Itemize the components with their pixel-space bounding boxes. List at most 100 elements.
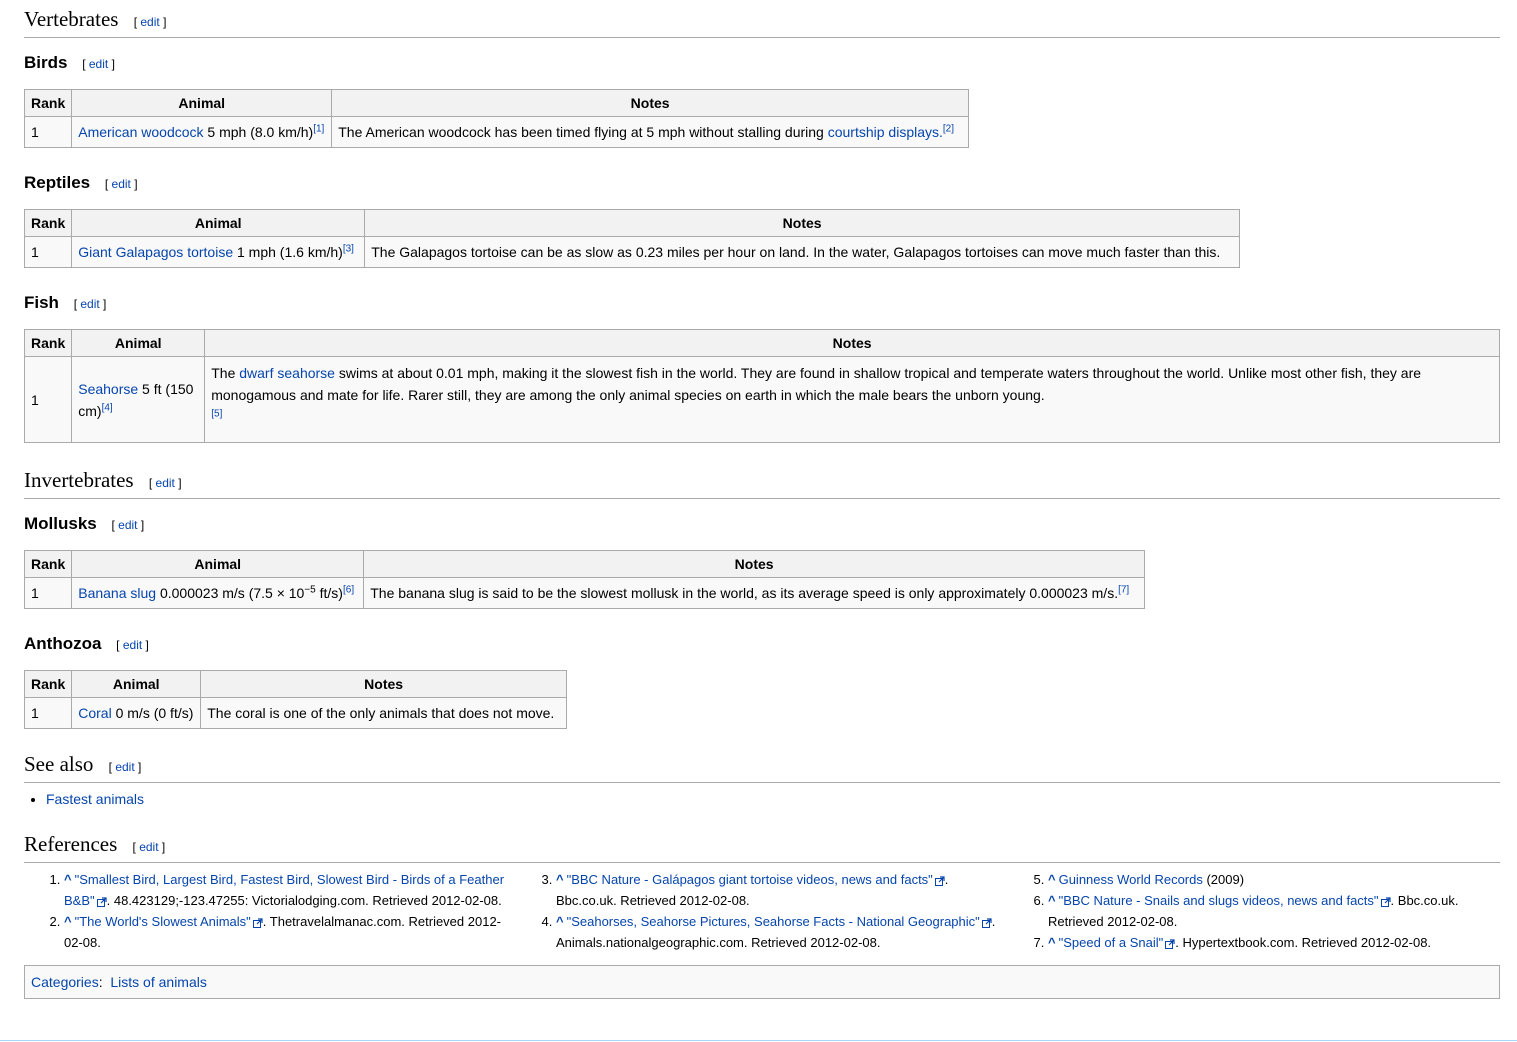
citation-link[interactable]: [6]: [343, 584, 354, 595]
reference-item: ^"BBC Nature - Snails and slugs videos, …: [1048, 890, 1500, 932]
column-header-notes: Notes: [363, 550, 1145, 578]
citation-link[interactable]: [2]: [943, 123, 954, 134]
animal-speed-unit: ft/s): [315, 585, 343, 601]
back-reference-link[interactable]: ^: [64, 914, 72, 929]
section-heading-birds: Birds [ edit ]: [24, 52, 1500, 75]
notes-link[interactable]: courtship displays.: [828, 124, 943, 140]
rank-cell: 1: [23, 356, 73, 443]
table-row: 1 American woodcock 5 mph (8.0 km/h)[1] …: [23, 116, 969, 148]
column-header-rank: Rank: [23, 670, 73, 698]
external-link-icon: [1380, 896, 1391, 907]
section-heading-fish: Fish [ edit ]: [24, 292, 1500, 315]
table-row: 1 Coral 0 m/s (0 ft/s) The coral is one …: [23, 697, 567, 729]
citation-link[interactable]: [3]: [343, 243, 354, 254]
notes-link[interactable]: dwarf seahorse: [239, 365, 335, 381]
references-column-1: ^"Smallest Bird, Largest Bird, Fastest B…: [24, 869, 516, 953]
external-link-icon: [96, 896, 107, 907]
animal-link[interactable]: Giant Galapagos tortoise: [78, 244, 233, 260]
back-reference-link[interactable]: ^: [1048, 872, 1056, 887]
reference-link[interactable]: "Seahorses, Seahorse Pictures, Seahorse …: [567, 914, 980, 929]
external-link-icon: [934, 875, 945, 886]
reference-text: (2009): [1202, 872, 1245, 887]
section-title: See also: [24, 752, 94, 776]
edit-link[interactable]: edit: [112, 177, 131, 191]
section-heading-vertebrates: Vertebrates [ edit ]: [24, 2, 1500, 38]
notes-cell: The dwarf seahorse swims at about 0.01 m…: [204, 356, 1500, 443]
reference-link[interactable]: "The World's Slowest Animals": [75, 914, 251, 929]
back-reference-link[interactable]: ^: [556, 872, 564, 887]
section-title: Mollusks: [24, 514, 97, 533]
edit-link[interactable]: edit: [89, 57, 108, 71]
table-row: 1 Giant Galapagos tortoise 1 mph (1.6 km…: [23, 236, 1240, 268]
back-reference-link[interactable]: ^: [556, 914, 564, 929]
back-reference-link[interactable]: ^: [1048, 935, 1056, 950]
edit-section: [ edit ]: [104, 177, 138, 191]
column-header-notes: Notes: [364, 209, 1240, 237]
citation-link[interactable]: [1]: [313, 123, 324, 134]
back-reference-link[interactable]: ^: [1048, 893, 1056, 908]
external-link-icon: [981, 917, 992, 928]
section-title: Anthozoa: [24, 634, 102, 653]
edit-link[interactable]: edit: [156, 476, 175, 490]
back-reference-link[interactable]: ^: [64, 872, 72, 887]
citation: [6]: [343, 584, 354, 595]
animal-cell: Seahorse 5 ft (150 cm)[4]: [71, 356, 206, 443]
animal-cell: Giant Galapagos tortoise 1 mph (1.6 km/h…: [71, 236, 366, 268]
column-header-animal: Animal: [71, 670, 202, 698]
column-header-rank: Rank: [23, 550, 73, 578]
category-link[interactable]: Lists of animals: [110, 974, 206, 990]
column-header-notes: Notes: [204, 329, 1500, 357]
rank-cell: 1: [23, 236, 73, 268]
edit-link[interactable]: edit: [123, 638, 142, 652]
citation: [4]: [102, 402, 113, 413]
notes-cell: The banana slug is said to be the slowes…: [363, 577, 1145, 609]
animal-speed: 0 m/s (0 ft/s): [111, 705, 194, 721]
edit-link[interactable]: edit: [139, 840, 158, 854]
citation: [5]: [211, 408, 222, 419]
reference-link[interactable]: Guinness World Records: [1059, 872, 1203, 887]
reference-item: ^"Seahorses, Seahorse Pictures, Seahorse…: [556, 911, 1008, 953]
edit-link[interactable]: edit: [80, 297, 99, 311]
reference-link[interactable]: "Speed of a Snail": [1059, 935, 1164, 950]
anthozoa-table: Rank Animal Notes 1 Coral 0 m/s (0 ft/s)…: [23, 670, 567, 729]
reference-item: ^"The World's Slowest Animals". Thetrave…: [64, 911, 516, 953]
table-header-row: Rank Animal Notes: [23, 209, 1240, 237]
birds-table: Rank Animal Notes 1 American woodcock 5 …: [23, 89, 969, 148]
rank-cell: 1: [23, 116, 73, 148]
external-link-icon: [1165, 938, 1175, 949]
animal-link[interactable]: Banana slug: [78, 585, 156, 601]
column-header-notes: Notes: [200, 670, 567, 698]
notes-cell: The coral is one of the only animals tha…: [200, 697, 567, 729]
references-column-2: ^"BBC Nature - Galápagos giant tortoise …: [516, 869, 1008, 953]
column-header-animal: Animal: [71, 329, 206, 357]
section-heading-reptiles: Reptiles [ edit ]: [24, 172, 1500, 195]
animal-link[interactable]: Coral: [78, 705, 111, 721]
edit-link[interactable]: edit: [118, 518, 137, 532]
citation-link[interactable]: [7]: [1118, 584, 1129, 595]
animal-link[interactable]: Seahorse: [78, 381, 138, 397]
citation-link[interactable]: [4]: [102, 402, 113, 413]
edit-link[interactable]: edit: [140, 15, 159, 29]
see-also-list: Fastest animals: [24, 789, 1500, 809]
external-link-icon: [252, 917, 263, 928]
rank-cell: 1: [23, 697, 73, 729]
references-list: ^"Smallest Bird, Largest Bird, Fastest B…: [24, 869, 1500, 953]
animal-link[interactable]: American woodcock: [78, 124, 203, 140]
citation-link[interactable]: [5]: [211, 408, 222, 419]
section-heading-anthozoa: Anthozoa [ edit ]: [24, 633, 1500, 656]
edit-link[interactable]: edit: [115, 760, 134, 774]
article-content: Vertebrates [ edit ] Birds [ edit ] Rank…: [23, 0, 1500, 999]
column-header-animal: Animal: [71, 550, 365, 578]
reference-link[interactable]: "BBC Nature - Galápagos giant tortoise v…: [567, 872, 933, 887]
notes-text: The American woodcock has been timed fly…: [338, 124, 828, 140]
see-also-link[interactable]: Fastest animals: [46, 791, 144, 807]
section-title: Birds: [24, 53, 68, 72]
section-heading-references: References [ edit ]: [24, 827, 1500, 863]
notes-text: swims at about 0.01 mph, making it the s…: [211, 365, 1422, 403]
reference-link[interactable]: "BBC Nature - Snails and slugs videos, n…: [1059, 893, 1379, 908]
categories-label-link[interactable]: Categories: [31, 974, 99, 990]
column-header-rank: Rank: [23, 89, 73, 117]
reference-item: ^Guinness World Records (2009): [1048, 869, 1500, 890]
table-header-row: Rank Animal Notes: [23, 89, 969, 117]
speed-exponent: −5: [304, 584, 316, 596]
